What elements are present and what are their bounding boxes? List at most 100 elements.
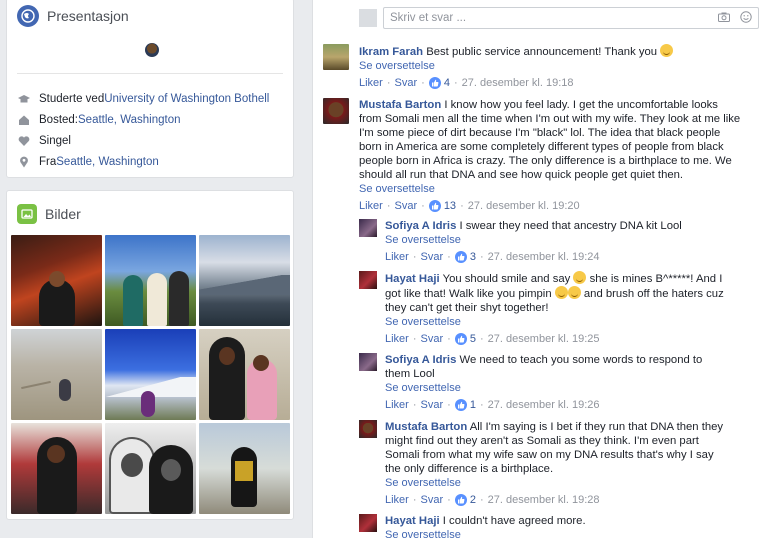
avatar xyxy=(359,9,377,27)
comment-text: I swear they need that ancestry DNA kit … xyxy=(459,220,682,232)
comment-actions: Liker · Svar · 2 · 27. desember kl. 19:28 xyxy=(385,493,600,507)
like-count[interactable]: 5 xyxy=(470,332,476,346)
reply-button[interactable]: Svar xyxy=(421,332,444,346)
intro-row-relationship: Singel xyxy=(17,130,287,151)
intro-row-from: Fra Seattle, Washington xyxy=(17,151,287,172)
comment-time[interactable]: 27. desember kl. 19:25 xyxy=(488,332,600,346)
laughing-emoji-icon xyxy=(554,286,568,299)
avatar[interactable] xyxy=(323,44,349,70)
left-column: Presentasjon Studerte ved University of … xyxy=(0,0,302,538)
home-icon xyxy=(17,113,31,127)
comment-time[interactable]: 27. desember kl. 19:20 xyxy=(468,199,580,213)
see-translation-link[interactable]: Se oversettelse xyxy=(359,182,743,196)
comment-time[interactable]: 27. desember kl. 19:26 xyxy=(488,398,600,412)
like-button[interactable]: Liker xyxy=(359,199,383,213)
like-button[interactable]: Liker xyxy=(359,76,383,90)
comment-author[interactable]: Sofiya A Idris xyxy=(385,220,456,232)
avatar[interactable] xyxy=(359,353,377,371)
like-button[interactable]: Liker xyxy=(385,398,409,412)
reply: Hayat Haji You should smile and say she … xyxy=(359,271,729,346)
photo-thumbnail[interactable] xyxy=(199,329,290,420)
like-count[interactable]: 3 xyxy=(470,250,476,264)
photos-card: Bilder xyxy=(6,190,294,520)
intro-row-education: Studerte ved University of Washington Bo… xyxy=(17,88,287,109)
see-translation-link[interactable]: Se oversettelse xyxy=(359,59,673,73)
comment-text: You should smile and say xyxy=(442,273,571,285)
photo-thumbnail[interactable] xyxy=(11,329,102,420)
see-translation-link[interactable]: Se oversettelse xyxy=(385,528,729,538)
comment: Ikram Farah Best public service announce… xyxy=(323,44,763,90)
see-translation-link[interactable]: Se oversettelse xyxy=(385,233,682,247)
reply: Hayat Haji I couldn't have agreed more. … xyxy=(359,514,729,538)
like-count[interactable]: 2 xyxy=(470,493,476,507)
reply-button[interactable]: Svar xyxy=(395,199,418,213)
avatar[interactable] xyxy=(359,420,377,438)
intro-header: Presentasjon xyxy=(7,1,293,31)
smile-emoji-icon xyxy=(660,44,674,57)
divider xyxy=(17,73,283,74)
photos-icon xyxy=(17,204,37,224)
like-count[interactable]: 4 xyxy=(444,76,450,90)
see-translation-link[interactable]: Se oversettelse xyxy=(385,315,729,329)
see-translation-link[interactable]: Se oversettelse xyxy=(385,476,729,490)
reply-button[interactable]: Svar xyxy=(421,493,444,507)
intro-card: Presentasjon Studerte ved University of … xyxy=(6,0,294,178)
intro-row-home: Bosted: Seattle, Washington xyxy=(17,109,287,130)
intro-title: Presentasjon xyxy=(47,8,129,24)
reply-body: Sofiya A Idris We need to teach you some… xyxy=(385,353,729,412)
comment-time[interactable]: 27. desember kl. 19:18 xyxy=(462,76,574,90)
photos-title[interactable]: Bilder xyxy=(45,206,81,222)
reply-input-placeholder: Skriv et svar ... xyxy=(390,12,467,24)
see-translation-link[interactable]: Se oversettelse xyxy=(385,381,729,395)
comment-author[interactable]: Ikram Farah xyxy=(359,46,423,58)
reply-input[interactable]: Skriv et svar ... xyxy=(383,7,759,29)
reply-button[interactable]: Svar xyxy=(421,398,444,412)
like-button[interactable]: Liker xyxy=(385,250,409,264)
photo-thumbnail[interactable] xyxy=(11,423,102,514)
camera-icon[interactable] xyxy=(718,11,730,25)
comment-time[interactable]: 27. desember kl. 19:24 xyxy=(488,250,600,264)
reply-body: Mustafa Barton All I'm saying is I bet i… xyxy=(385,420,729,507)
like-count[interactable]: 1 xyxy=(470,398,476,412)
avatar[interactable] xyxy=(145,43,159,57)
comment-author[interactable]: Sofiya A Idris xyxy=(385,354,456,366)
comment-text: Best public service announcement! Thank … xyxy=(426,46,658,58)
comment-body: Ikram Farah Best public service announce… xyxy=(359,44,674,90)
hometown-link[interactable]: Seattle, Washington xyxy=(56,156,159,168)
photo-grid xyxy=(11,235,290,514)
education-icon xyxy=(17,92,31,106)
like-button[interactable]: Liker xyxy=(385,493,409,507)
comment-author[interactable]: Hayat Haji xyxy=(385,515,440,527)
avatar[interactable] xyxy=(359,514,377,532)
like-thumb-icon xyxy=(454,399,467,411)
comment-actions: Liker · Svar · 5 · 27. desember kl. 19:25 xyxy=(385,332,600,346)
emoji-icon[interactable] xyxy=(740,10,752,26)
photo-thumbnail[interactable] xyxy=(199,423,290,514)
photo-thumbnail[interactable] xyxy=(105,235,196,326)
reply-button[interactable]: Svar xyxy=(421,250,444,264)
comment-text: I couldn't have agreed more. xyxy=(442,515,586,527)
comment-body: Mustafa Barton I know how you feel lady.… xyxy=(359,98,743,213)
globe-icon xyxy=(17,5,39,27)
intro-list: Studerte ved University of Washington Bo… xyxy=(17,88,287,172)
home-city-link[interactable]: Seattle, Washington xyxy=(78,114,181,126)
like-thumb-icon xyxy=(428,200,441,212)
comment: Mustafa Barton I know how you feel lady.… xyxy=(323,98,743,213)
comment-author[interactable]: Hayat Haji xyxy=(385,273,440,285)
reply-button[interactable]: Svar xyxy=(395,76,418,90)
avatar[interactable] xyxy=(359,271,377,289)
photo-thumbnail[interactable] xyxy=(105,329,196,420)
comment-author[interactable]: Mustafa Barton xyxy=(385,421,467,433)
school-link[interactable]: University of Washington Bothell xyxy=(104,93,269,105)
like-thumb-icon xyxy=(454,251,467,263)
like-count[interactable]: 13 xyxy=(444,199,456,213)
photo-thumbnail[interactable] xyxy=(105,423,196,514)
comment-author[interactable]: Mustafa Barton xyxy=(359,99,441,111)
comment-time[interactable]: 27. desember kl. 19:28 xyxy=(488,493,600,507)
photo-thumbnail[interactable] xyxy=(199,235,290,326)
photo-thumbnail[interactable] xyxy=(11,235,102,326)
like-button[interactable]: Liker xyxy=(385,332,409,346)
avatar[interactable] xyxy=(359,219,377,237)
avatar[interactable] xyxy=(323,98,349,124)
laughing-emoji-icon xyxy=(567,286,581,299)
